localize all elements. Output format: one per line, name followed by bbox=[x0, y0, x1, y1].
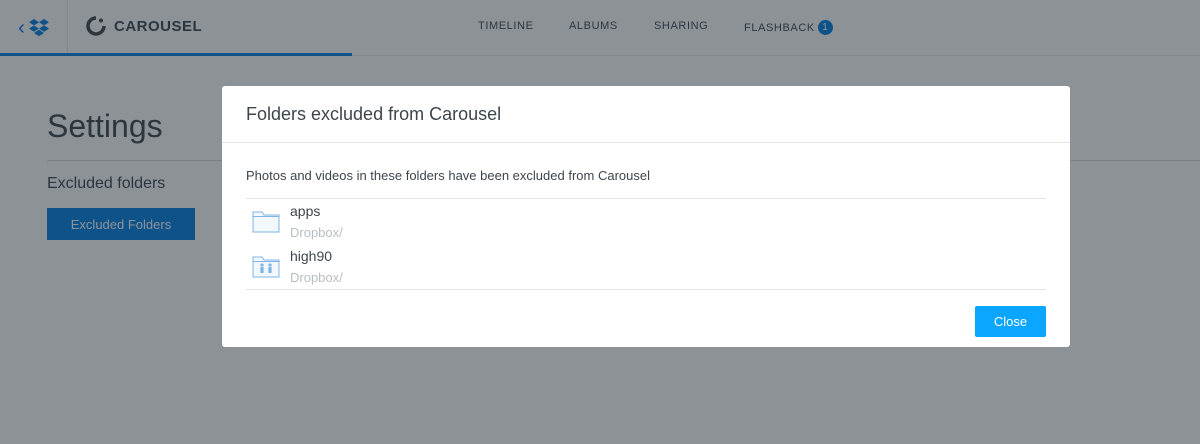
folder-name: high90 bbox=[290, 248, 333, 264]
folder-name: apps bbox=[290, 203, 321, 219]
dialog-title: Folders excluded from Carousel bbox=[246, 104, 502, 124]
folder-list: apps Dropbox/ high90 Dropbox/ bbox=[246, 198, 1046, 290]
folder-path: Dropbox/ bbox=[290, 270, 343, 285]
shared-folder-icon bbox=[252, 256, 280, 278]
close-button[interactable]: Close bbox=[975, 306, 1046, 337]
list-item[interactable]: high90 Dropbox/ bbox=[246, 244, 1046, 289]
list-item[interactable]: apps Dropbox/ bbox=[246, 199, 1046, 244]
dialog-header: Folders excluded from Carousel bbox=[222, 86, 1070, 143]
excluded-folders-dialog: Folders excluded from Carousel Photos an… bbox=[222, 86, 1070, 347]
dialog-description: Photos and videos in these folders have … bbox=[246, 168, 650, 183]
folder-path: Dropbox/ bbox=[290, 225, 343, 240]
folder-icon bbox=[252, 211, 280, 233]
